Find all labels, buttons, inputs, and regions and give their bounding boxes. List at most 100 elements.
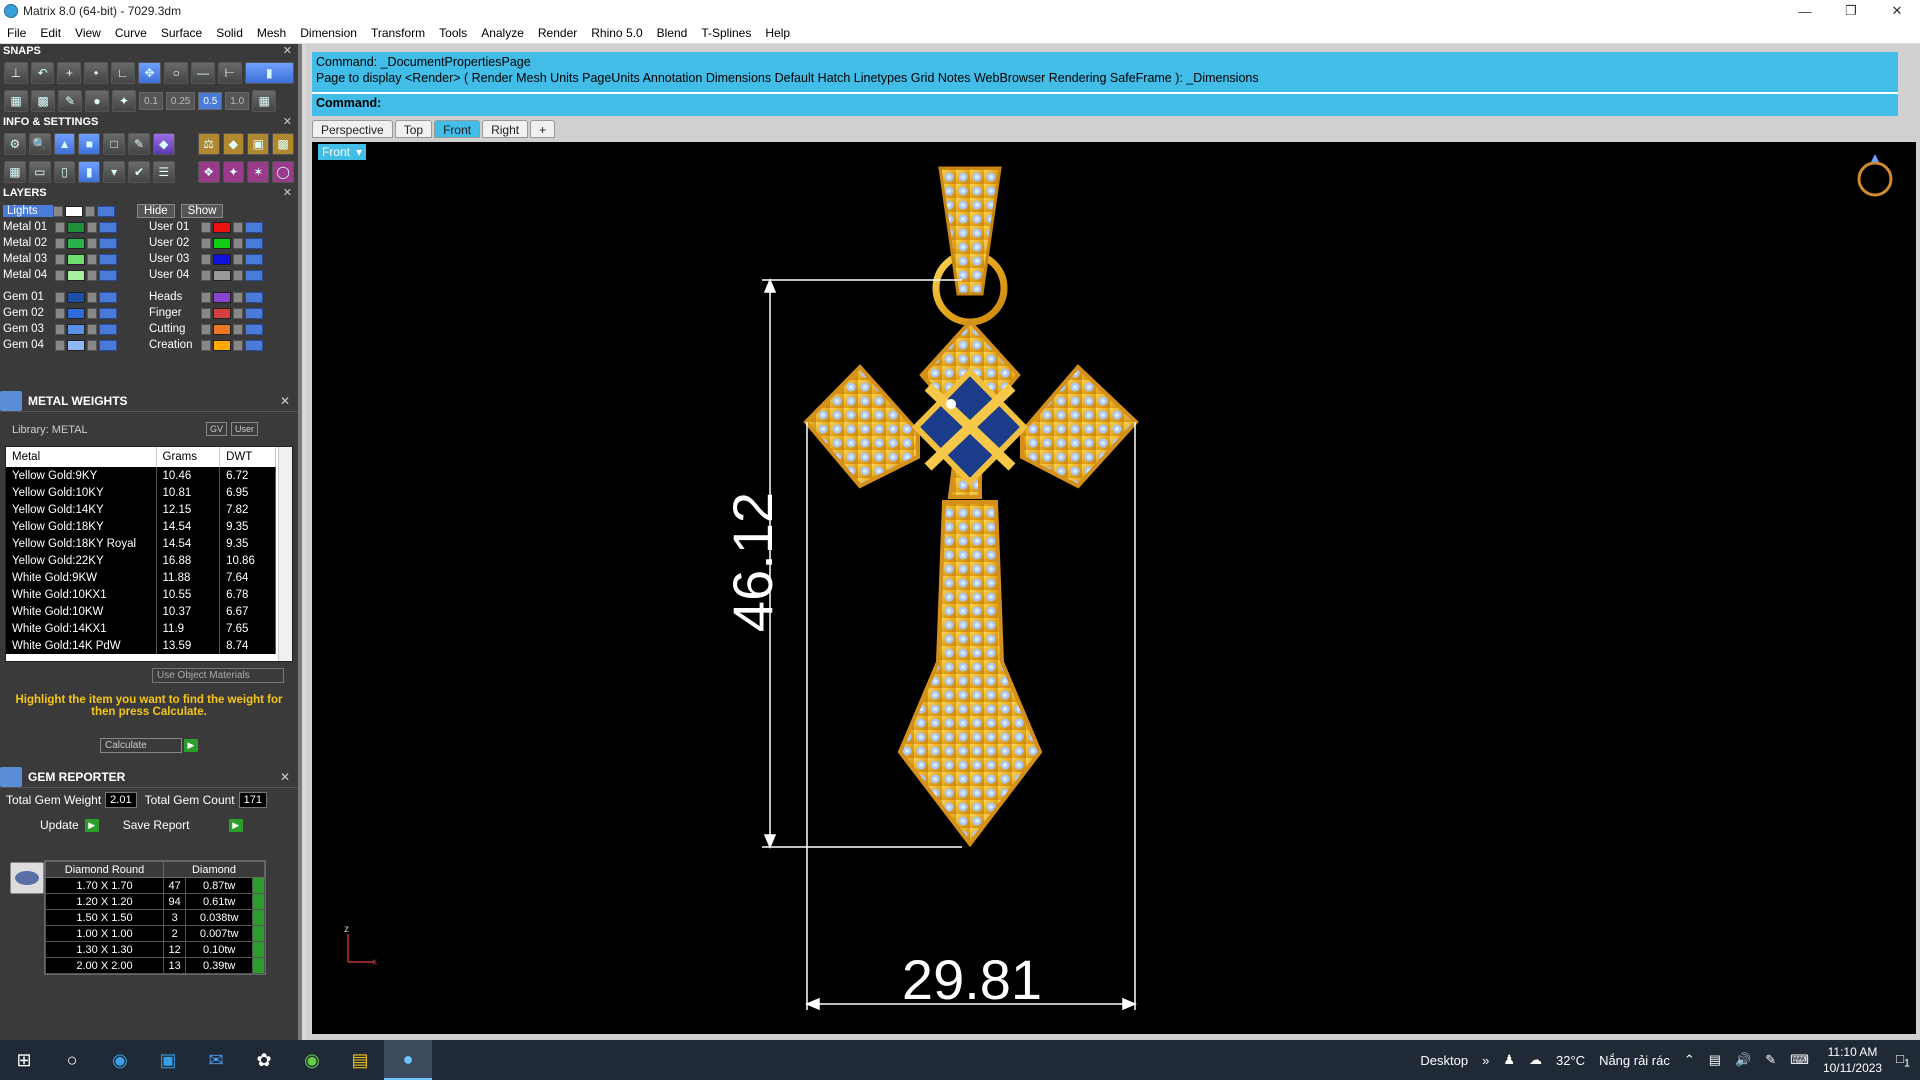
- crystal-icon[interactable]: ❖: [197, 161, 220, 183]
- search-icon[interactable]: ○: [48, 1040, 96, 1080]
- layer-toggle[interactable]: [55, 323, 65, 335]
- lights-swatch[interactable]: [65, 205, 83, 217]
- layer-row[interactable]: Metal 04: [3, 267, 149, 283]
- matrix-app-icon[interactable]: ●: [384, 1040, 432, 1080]
- layer-lock-icon[interactable]: [233, 221, 243, 233]
- menu-analyze[interactable]: Analyze: [474, 26, 531, 40]
- menu-dimension[interactable]: Dimension: [293, 26, 364, 40]
- layer-row[interactable]: Gem 04: [3, 337, 149, 353]
- play-icon[interactable]: [252, 909, 265, 926]
- column-header[interactable]: DWT: [219, 447, 276, 467]
- layer-bar[interactable]: [99, 221, 117, 233]
- menu-mesh[interactable]: Mesh: [250, 26, 293, 40]
- layer-lock-icon[interactable]: [87, 237, 97, 249]
- grid-snap-icon[interactable]: ▦: [252, 90, 277, 112]
- layer-row[interactable]: Finger: [149, 305, 295, 321]
- user-toggle[interactable]: User: [231, 422, 259, 436]
- layer-color-swatch[interactable]: [67, 237, 85, 249]
- table-row[interactable]: Yellow Gold:22KY 16.88 10.86: [6, 552, 276, 569]
- close-icon[interactable]: ✕: [280, 394, 290, 408]
- ring-icon[interactable]: [1857, 154, 1893, 197]
- layer-bar[interactable]: [99, 339, 117, 351]
- table-row[interactable]: Yellow Gold:9KY 10.46 6.72: [6, 467, 276, 484]
- save-report-button[interactable]: Save Report ▶: [123, 818, 243, 832]
- layer-color-swatch[interactable]: [213, 221, 231, 233]
- layer-color-swatch[interactable]: [213, 291, 231, 303]
- gv-toggle[interactable]: GV: [206, 422, 228, 436]
- table-row[interactable]: Yellow Gold:18KY Royal 14.54 9.35: [6, 535, 276, 552]
- menu-surface[interactable]: Surface: [154, 26, 209, 40]
- layer-bar[interactable]: [99, 269, 117, 281]
- layer-toggle[interactable]: [201, 269, 211, 281]
- layer-color-swatch[interactable]: [67, 221, 85, 233]
- ortho-toggle-icon[interactable]: ▮: [244, 62, 295, 84]
- snap-perp-icon[interactable]: ○: [164, 62, 189, 84]
- show-button[interactable]: Show: [180, 204, 224, 218]
- command-prompt[interactable]: Command:: [316, 96, 381, 110]
- layer-icon[interactable]: ▩: [31, 90, 55, 112]
- layer-color-swatch[interactable]: [67, 339, 85, 351]
- layer-lock-icon[interactable]: [87, 269, 97, 281]
- table-row[interactable]: Yellow Gold:10KY 10.81 6.95: [6, 484, 276, 501]
- render-icon[interactable]: ▲: [53, 133, 76, 155]
- layer-row[interactable]: Gem 02: [3, 305, 149, 321]
- pen-icon[interactable]: ✎: [1765, 1052, 1776, 1068]
- frame-icon[interactable]: ▣: [247, 133, 270, 155]
- tab-perspective[interactable]: Perspective: [312, 120, 393, 138]
- layer-bar[interactable]: [245, 323, 263, 335]
- layer-toggle[interactable]: [55, 307, 65, 319]
- box-icon[interactable]: ▯: [53, 161, 76, 183]
- sparkle-icon[interactable]: ✦: [222, 161, 245, 183]
- menu-file[interactable]: File: [0, 26, 33, 40]
- chevron-up-icon[interactable]: ⌃: [1684, 1052, 1695, 1068]
- clock[interactable]: 11:10 AM 10/11/2023: [1823, 1044, 1882, 1076]
- layer-color-swatch[interactable]: [67, 323, 85, 335]
- minimize-button[interactable]: —: [1782, 0, 1828, 22]
- rhino-icon[interactable]: ✿: [240, 1040, 288, 1080]
- layer-lock-icon[interactable]: [233, 291, 243, 303]
- menu-blend[interactable]: Blend: [650, 26, 695, 40]
- table-row[interactable]: Yellow Gold:18KY 14.54 9.35: [6, 518, 276, 535]
- layer-lock-icon[interactable]: [233, 323, 243, 335]
- layer-lock-icon[interactable]: [233, 339, 243, 351]
- table-scrollbar[interactable]: [278, 447, 292, 661]
- mail-icon[interactable]: ✉: [192, 1040, 240, 1080]
- prong-icon[interactable]: ✶: [247, 161, 270, 183]
- move-icon[interactable]: ✦: [112, 90, 136, 112]
- layer-row[interactable]: Creation: [149, 337, 295, 353]
- frame2-icon[interactable]: ▩: [272, 133, 294, 155]
- layer-row[interactable]: User 03: [149, 251, 295, 267]
- keyboard-icon[interactable]: ⌨: [1790, 1052, 1809, 1068]
- layer-color-swatch[interactable]: [67, 269, 85, 281]
- layer-row[interactable]: Heads: [149, 289, 295, 305]
- weather-icon[interactable]: ☁: [1529, 1052, 1542, 1068]
- table-row[interactable]: 1.20 X 1.20 94 0.61tw: [45, 893, 265, 910]
- column-header[interactable]: Metal: [6, 447, 157, 467]
- layer-row[interactable]: Metal 01: [3, 219, 149, 235]
- layer-row[interactable]: Metal 02: [3, 235, 149, 251]
- snap-value-2[interactable]: 0.5: [198, 92, 223, 110]
- layer-lock-icon[interactable]: [87, 323, 97, 335]
- save-icon[interactable]: ■: [78, 133, 101, 155]
- cube-icon[interactable]: ◆: [152, 133, 175, 155]
- layer-bar[interactable]: [97, 205, 115, 217]
- layer-toggle[interactable]: [55, 237, 65, 249]
- layer-lock-icon[interactable]: [87, 221, 97, 233]
- table-row[interactable]: 1.70 X 1.70 47 0.87tw: [45, 877, 265, 894]
- filter-icon[interactable]: ▾: [103, 161, 126, 183]
- use-object-materials-checkbox[interactable]: Use Object Materials: [152, 668, 284, 683]
- close-icon[interactable]: ✕: [280, 770, 290, 784]
- layer-lock-icon[interactable]: [233, 307, 243, 319]
- menu-rhino5[interactable]: Rhino 5.0: [584, 26, 649, 40]
- snap-value-3[interactable]: 1.0: [225, 92, 250, 110]
- layer-toggle[interactable]: [201, 253, 211, 265]
- menu-edit[interactable]: Edit: [33, 26, 68, 40]
- layer-toggle[interactable]: [201, 291, 211, 303]
- calculate-button[interactable]: Calculate ▶: [100, 738, 198, 753]
- app-green-icon[interactable]: ◉: [288, 1040, 336, 1080]
- snap-tan-icon[interactable]: —: [191, 62, 215, 84]
- viewport-front[interactable]: Front ▾ 46.12 29.81 z x: [312, 142, 1916, 1034]
- column-header[interactable]: Grams: [156, 447, 221, 467]
- snap-int-icon[interactable]: ✥: [137, 62, 162, 84]
- tab-top[interactable]: Top: [394, 120, 433, 138]
